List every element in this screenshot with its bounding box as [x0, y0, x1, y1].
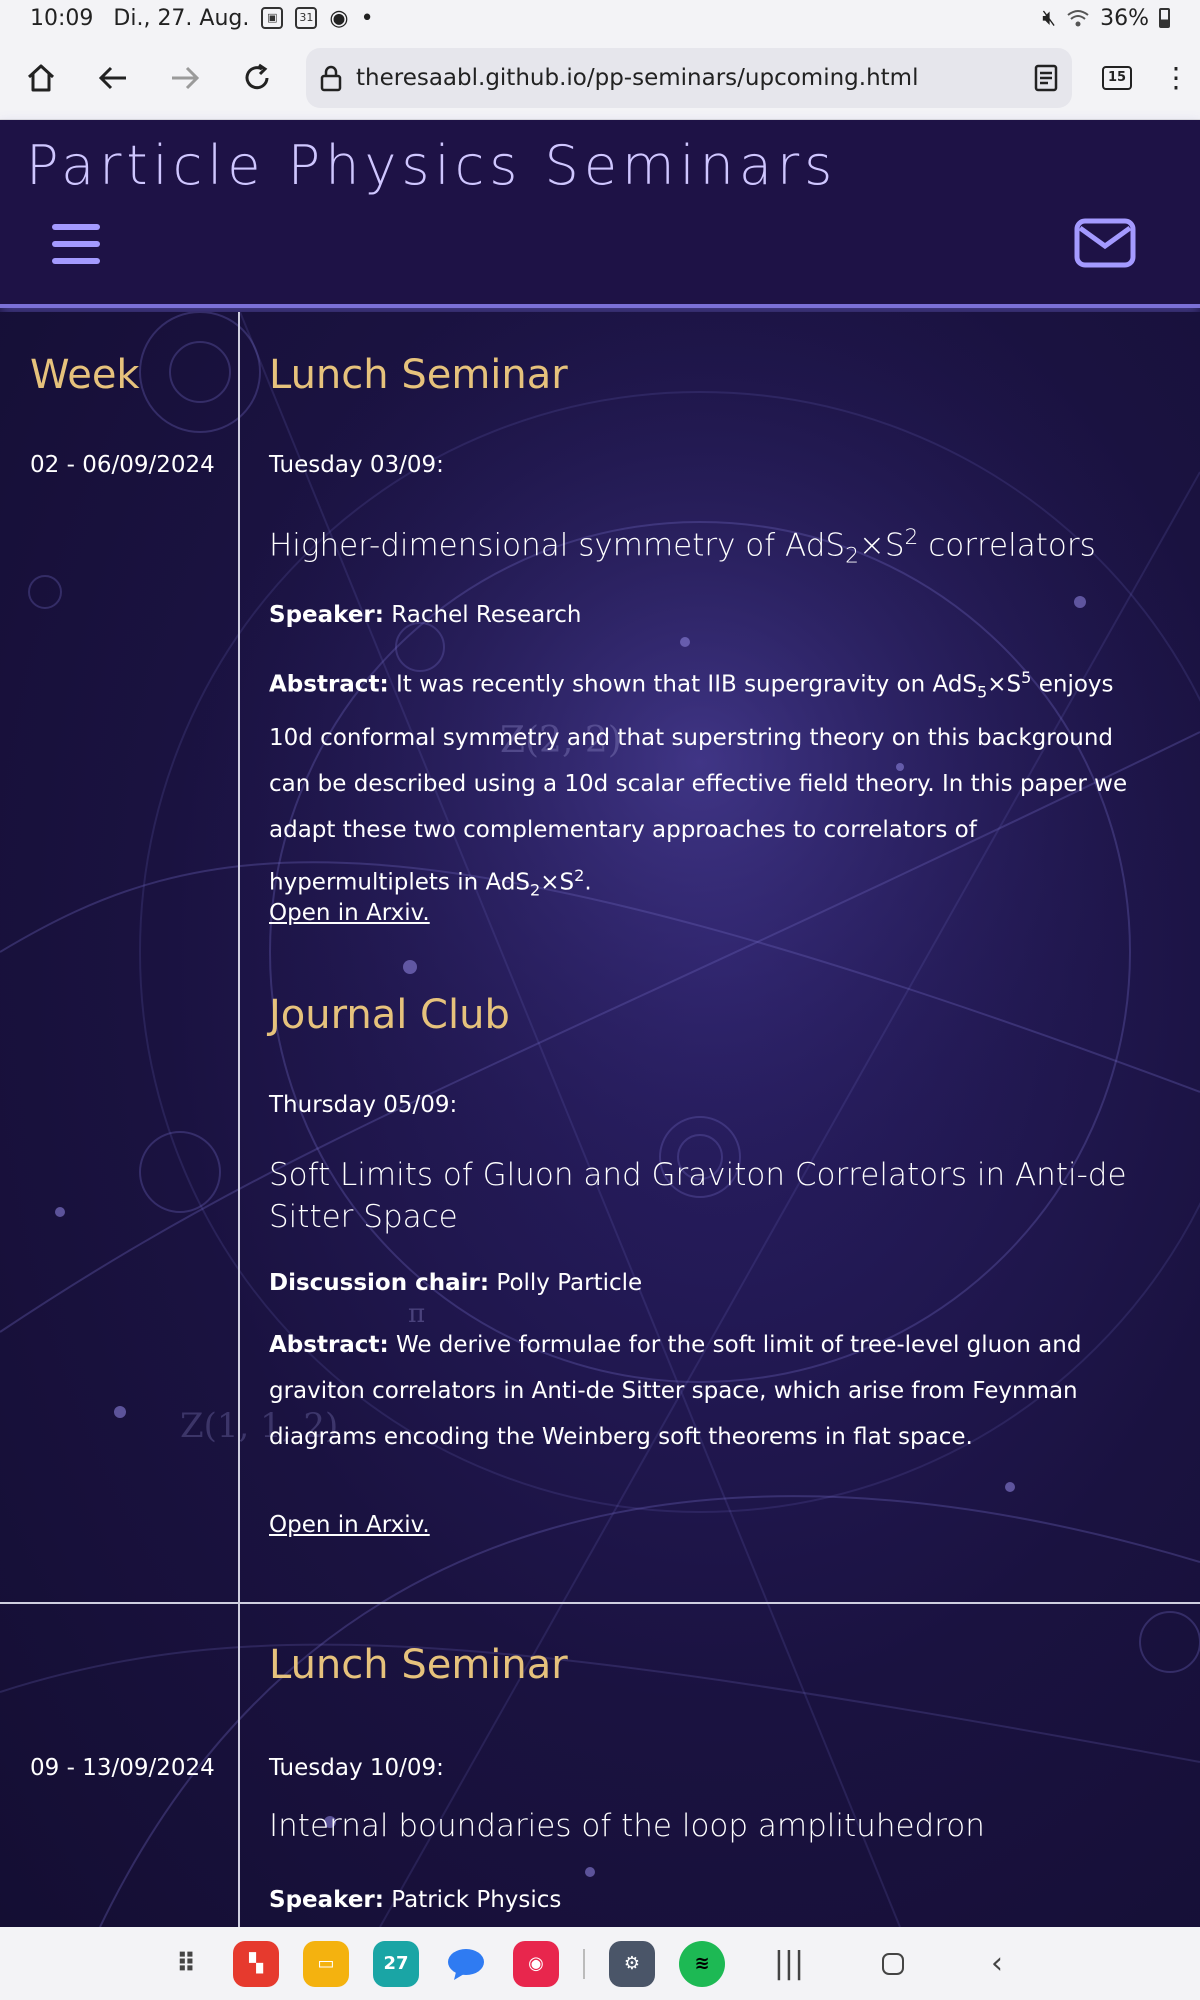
chair-name: Polly Particle	[496, 1270, 643, 1296]
spotify-icon[interactable]: ≋	[679, 1940, 725, 1987]
app-drawer-icon[interactable]: ⠿	[163, 1941, 209, 1987]
calendar-notification-icon: 31	[295, 7, 318, 29]
status-time: 10:09	[30, 5, 94, 31]
status-date: Di., 27. Aug.	[113, 5, 250, 31]
more-notifications-dot: •	[360, 5, 374, 31]
battery-percent: 36%	[1100, 5, 1149, 31]
open-in-arxiv-link[interactable]: Open in Arxiv.	[269, 1512, 430, 1538]
event-day: Thursday 05/09:	[269, 1092, 458, 1118]
talk-title: Higher-dimensional symmetry of AdS2×S2 c…	[269, 525, 1096, 569]
home-nav-button[interactable]	[863, 1952, 923, 1975]
calendar-icon[interactable]: 27	[373, 1940, 419, 1987]
event-day: Tuesday 10/09:	[269, 1755, 444, 1781]
android-taskbar: ⠿ ▚ ▭ 27 ◉ ⚙ ≋ ||| ‹	[0, 1927, 1200, 2000]
address-bar[interactable]: theresaabl.github.io/pp-seminars/upcomin…	[306, 47, 1072, 108]
abstract: Abstract: It was recently shown that IIB…	[269, 668, 1128, 900]
discussion-chair-line: Discussion chair: Polly Particle	[269, 1270, 643, 1296]
messages-icon[interactable]	[443, 1941, 489, 1987]
week-column-header: Week	[30, 352, 140, 398]
reload-icon	[245, 63, 269, 89]
browser-menu-icon[interactable]: ⋮	[1162, 61, 1190, 94]
home-button[interactable]	[18, 55, 64, 101]
status-bar: 10:09 Di., 27. Aug. ▣ 31 ◉ • 🔇︎ 36%	[0, 0, 1200, 36]
reader-mode-icon[interactable]	[1034, 64, 1058, 92]
camera-icon[interactable]: ◉	[513, 1940, 559, 1987]
speaker-line: Speaker: Rachel Research	[269, 602, 582, 628]
reload-button[interactable]	[234, 55, 280, 101]
browser-toolbar: theresaabl.github.io/pp-seminars/upcomin…	[0, 36, 1200, 120]
settings-icon[interactable]: ⚙	[609, 1940, 655, 1987]
forward-arrow-icon	[172, 66, 200, 89]
back-arrow-icon	[98, 66, 126, 89]
section-title-lunch-seminar: Lunch Seminar	[269, 352, 568, 398]
site-title[interactable]: Particle Physics Seminars	[26, 134, 837, 197]
speaker-name: Patrick Physics	[391, 1887, 562, 1913]
speaker-line: Speaker: Patrick Physics	[269, 1887, 562, 1913]
seminar-schedule: Z(2, 2) Z(1, 1, 2) π Week 02 - 06/09/202…	[0, 312, 1200, 1927]
wifi-icon	[1067, 10, 1089, 27]
battery-icon	[1159, 8, 1170, 28]
section-title-lunch-seminar: Lunch Seminar	[269, 1642, 568, 1688]
column-divider	[238, 312, 240, 1927]
files-icon[interactable]: ▭	[303, 1940, 349, 1987]
speaker-name: Rachel Research	[391, 602, 582, 628]
section-title-journal-club: Journal Club	[269, 992, 510, 1038]
forward-button[interactable]	[162, 55, 208, 101]
hamburger-menu-icon[interactable]	[52, 224, 100, 264]
week-range: 02 - 06/09/2024	[30, 452, 215, 478]
url-text[interactable]: theresaabl.github.io/pp-seminars/upcomin…	[356, 65, 918, 91]
open-in-arxiv-link[interactable]: Open in Arxiv.	[269, 900, 430, 926]
mail-icon[interactable]	[1074, 218, 1136, 268]
back-nav-button[interactable]: ‹	[967, 1946, 1027, 1981]
abstract: Abstract: We derive formulae for the sof…	[269, 1332, 1082, 1450]
event-day: Tuesday 03/09:	[269, 452, 444, 478]
flipboard-icon[interactable]: ▚	[233, 1940, 279, 1987]
events-column: Lunch Seminar Tuesday 03/09: Higher-dime…	[269, 312, 1159, 1927]
week-range: 09 - 13/09/2024	[30, 1755, 215, 1781]
tab-switcher-button[interactable]: 15	[1102, 65, 1132, 90]
home-icon	[27, 64, 55, 91]
back-button[interactable]	[90, 55, 136, 101]
talk-title: Soft Limits of Gluon and Graviton Correl…	[269, 1157, 1127, 1235]
sync-notification-icon: ◉	[329, 5, 349, 31]
dock-separator	[583, 1948, 585, 1979]
lock-icon	[320, 65, 342, 91]
mute-icon: 🔇︎	[1042, 5, 1057, 31]
talk-title: Internal boundaries of the loop amplituh…	[269, 1808, 985, 1844]
site-header: Particle Physics Seminars	[0, 120, 1200, 308]
recent-apps-button[interactable]: |||	[759, 1946, 819, 1981]
gallery-notification-icon: ▣	[261, 7, 284, 29]
